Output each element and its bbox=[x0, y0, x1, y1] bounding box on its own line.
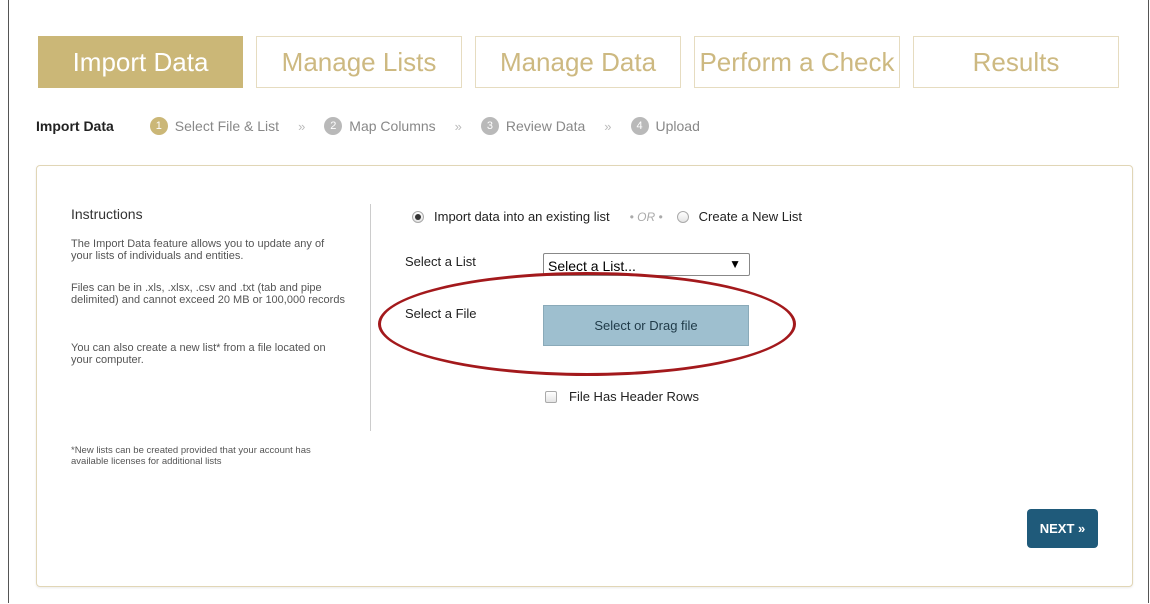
instructions-paragraph: Files can be in .xls, .xlsx, .csv and .t… bbox=[71, 282, 345, 306]
select-file-label: Select a File bbox=[405, 306, 477, 321]
or-separator: • OR • bbox=[629, 209, 663, 224]
import-mode-options: Import data into an existing list • OR •… bbox=[412, 209, 802, 224]
licenses-note: *New lists can be created provided that … bbox=[71, 445, 311, 467]
tab-manage-data[interactable]: Manage Data bbox=[475, 36, 681, 88]
step-label: Select File & List bbox=[174, 118, 280, 134]
list-select-value: Select a List... bbox=[548, 258, 636, 274]
step-review-data[interactable]: 3 Review Data bbox=[480, 117, 586, 135]
radio-new-list[interactable] bbox=[676, 210, 689, 223]
step-number: 3 bbox=[480, 117, 499, 135]
instructions-paragraph: You can also create a new list* from a f… bbox=[71, 342, 326, 366]
header-rows-checkbox[interactable] bbox=[545, 390, 557, 403]
header-rows-option: File Has Header Rows bbox=[545, 389, 699, 404]
step-number: 1 bbox=[149, 117, 168, 135]
dropdown-arrow-icon: ▼ bbox=[729, 257, 741, 271]
step-label: Upload bbox=[655, 118, 700, 134]
step-map-columns[interactable]: 2 Map Columns bbox=[324, 117, 436, 135]
step-number: 2 bbox=[324, 117, 343, 135]
select-file-button[interactable]: Select or Drag file bbox=[543, 305, 749, 346]
divider bbox=[370, 204, 371, 431]
next-button[interactable]: NEXT » bbox=[1027, 509, 1098, 548]
import-panel: Instructions The Import Data feature all… bbox=[36, 165, 1133, 587]
chevron-right-icon: » bbox=[604, 118, 612, 134]
chevron-right-icon: » bbox=[298, 118, 306, 134]
step-label: Review Data bbox=[505, 118, 586, 134]
header-rows-label[interactable]: File Has Header Rows bbox=[569, 389, 699, 404]
step-number: 4 bbox=[630, 117, 649, 135]
tab-import-data[interactable]: Import Data bbox=[38, 36, 243, 88]
radio-new-label[interactable]: Create a New List bbox=[699, 209, 802, 224]
step-upload[interactable]: 4 Upload bbox=[630, 117, 700, 135]
step-select-file-list[interactable]: 1 Select File & List bbox=[149, 117, 280, 135]
tab-perform-a-check[interactable]: Perform a Check bbox=[694, 36, 900, 88]
breadcrumb: Import Data 1 Select File & List » 2 Map… bbox=[36, 116, 700, 136]
list-select[interactable]: Select a List... ▼ bbox=[543, 253, 750, 276]
chevron-right-icon: » bbox=[454, 118, 462, 134]
radio-existing-list[interactable] bbox=[412, 210, 424, 223]
radio-existing-label[interactable]: Import data into an existing list bbox=[434, 209, 610, 224]
breadcrumb-title: Import Data bbox=[36, 118, 114, 134]
select-list-label: Select a List bbox=[405, 254, 476, 269]
step-label: Map Columns bbox=[349, 118, 436, 134]
tab-manage-lists[interactable]: Manage Lists bbox=[256, 36, 462, 88]
tab-results[interactable]: Results bbox=[913, 36, 1119, 88]
instructions-paragraph: The Import Data feature allows you to up… bbox=[71, 238, 325, 262]
instructions-title: Instructions bbox=[71, 206, 143, 222]
main-tabs: Import Data Manage Lists Manage Data Per… bbox=[38, 36, 1134, 88]
